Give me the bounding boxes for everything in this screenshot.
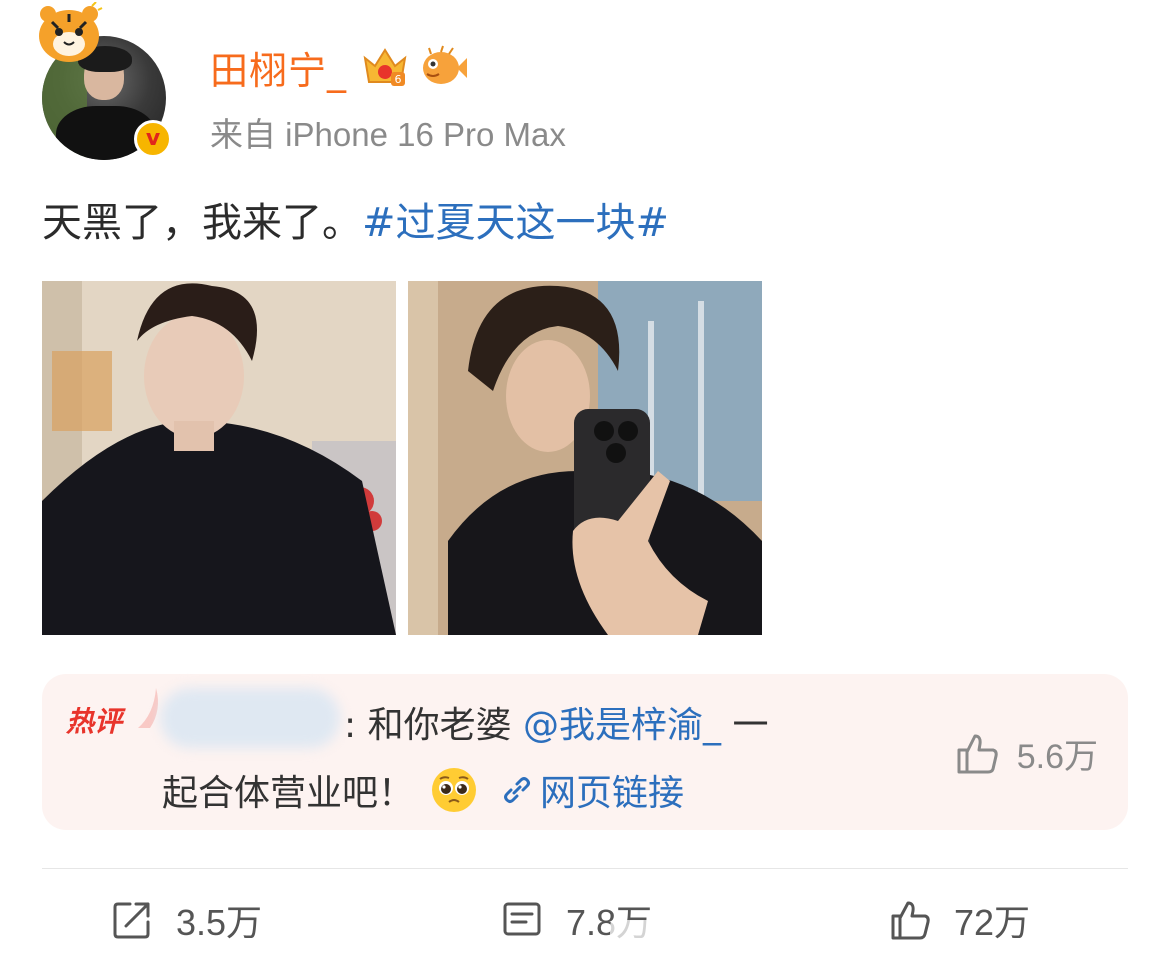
share-button[interactable]: 3.5万 <box>110 892 262 948</box>
link-icon <box>504 777 531 803</box>
avatar-wrapper[interactable]: v <box>38 2 178 160</box>
comment-prefix: : 和你老婆 <box>344 705 524 746</box>
post-body-text: 天黑了，我来了。 <box>42 200 362 246</box>
comment-icon <box>503 902 541 936</box>
like-count: 72万 <box>954 902 1031 943</box>
comment-like-count: 5.6万 <box>1016 738 1098 776</box>
post-text: 天黑了，我来了。#过夏天这一块# <box>42 190 669 248</box>
verified-icon: v <box>134 120 172 158</box>
thumb-up-icon <box>891 901 930 940</box>
hot-comment-card[interactable]: 热评 : 和你老婆 @我是梓渝_ 一 起合体营业吧！ 网页链接 5.6万 <box>42 674 1128 830</box>
comment-line-1: : 和你老婆 @我是梓渝_ 一 <box>344 696 769 748</box>
username[interactable]: 田栩宁_ <box>210 40 347 95</box>
mention-link[interactable]: @我是梓渝_ <box>523 705 721 746</box>
comment-line2-text: 起合体营业吧！ <box>162 773 415 814</box>
post-source: 来自 iPhone 16 Pro Max <box>210 116 566 153</box>
like-button[interactable]: 72万 <box>888 892 1030 948</box>
web-link-label[interactable]: 网页链接 <box>540 764 684 816</box>
comment-line1-suffix: 一 <box>721 705 769 746</box>
commenter-name-blurred[interactable] <box>160 688 340 748</box>
crown-badge-icon[interactable]: 6 <box>359 44 411 90</box>
watermark-overlay <box>610 920 710 944</box>
post-header: v 田栩宁_ 6 来自 iPhone 16 Pro Max <box>38 2 1138 160</box>
thumb-up-icon <box>957 734 998 773</box>
pleading-face-emoji <box>432 768 477 812</box>
share-icon <box>113 902 150 939</box>
hashtag-link[interactable]: #过夏天这一块# <box>362 200 669 246</box>
hot-comment-label: 热评 <box>66 705 123 738</box>
pufferfish-badge-icon[interactable] <box>417 44 469 90</box>
post-image-2[interactable] <box>408 281 762 635</box>
divider <box>42 868 1128 869</box>
post-image-1[interactable] <box>42 281 396 635</box>
share-count: 3.5万 <box>176 902 263 943</box>
svg-text:6: 6 <box>395 73 402 86</box>
comment-line-2: 起合体营业吧！ 网页链接 <box>162 764 684 816</box>
tiger-sticker-icon <box>39 2 103 62</box>
comment-like-button[interactable]: 5.6万 <box>953 729 1098 778</box>
web-link[interactable]: 网页链接 <box>500 764 684 816</box>
